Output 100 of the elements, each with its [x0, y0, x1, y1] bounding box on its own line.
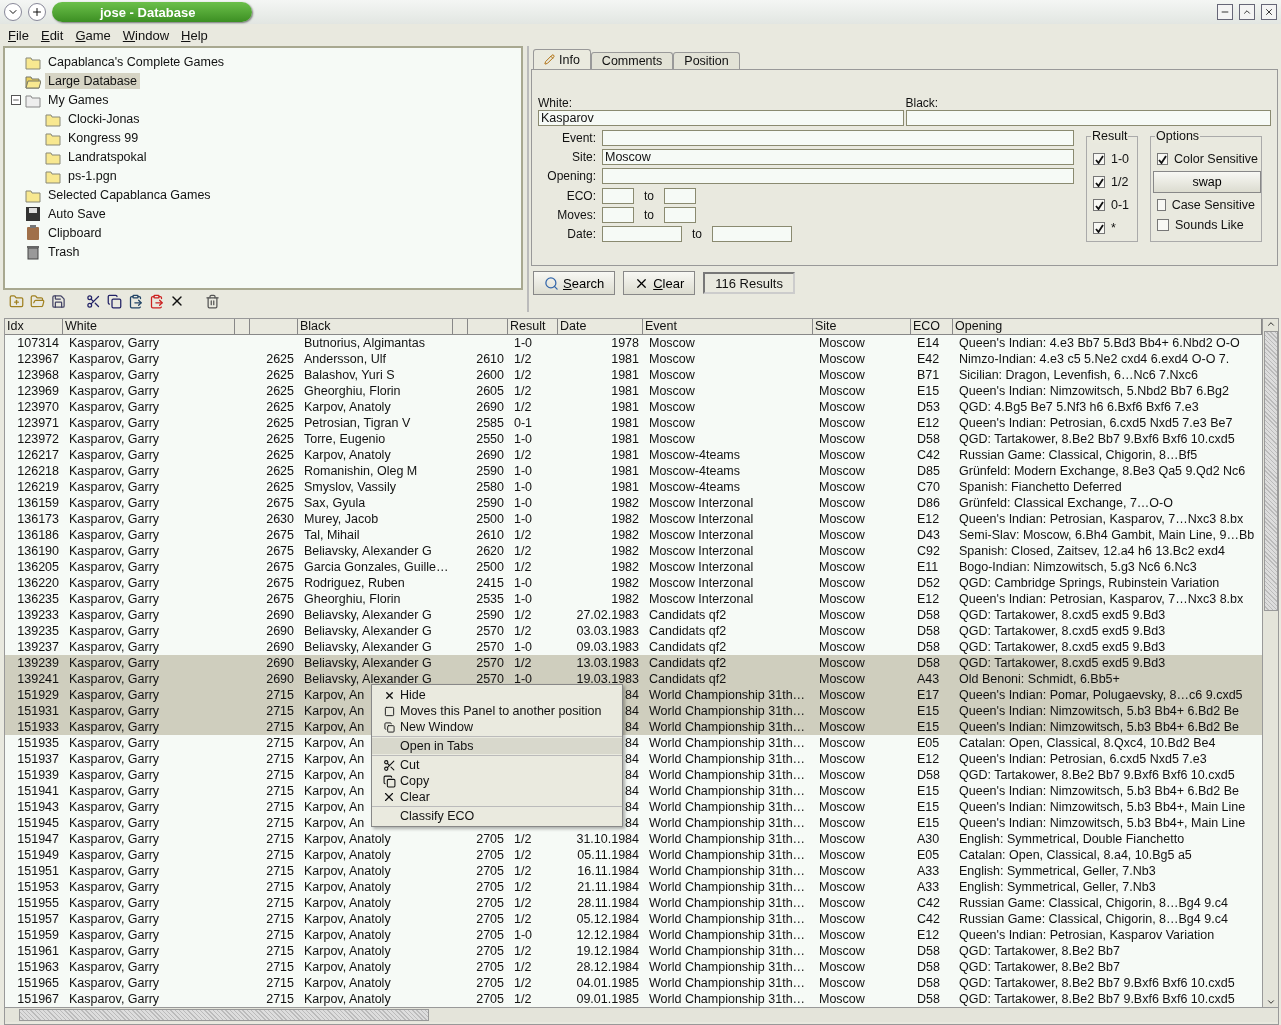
- clear-button[interactable]: Clear: [623, 271, 696, 295]
- column-header[interactable]: Event: [643, 319, 813, 335]
- column-header[interactable]: Date: [558, 319, 643, 335]
- vertical-scrollbar[interactable]: [1262, 319, 1278, 1007]
- input-field[interactable]: [905, 110, 1271, 126]
- table-cell: A33: [917, 880, 940, 894]
- tree-item[interactable]: Trash: [45, 243, 83, 260]
- checkbox[interactable]: [1093, 222, 1105, 234]
- column-header[interactable]: White: [63, 319, 235, 335]
- tree-item[interactable]: Auto Save: [45, 205, 109, 222]
- tree-item[interactable]: Clocki-Jonas: [65, 110, 143, 127]
- close-button[interactable]: [1261, 4, 1277, 20]
- input-field[interactable]: Kasparov: [538, 110, 904, 126]
- tab[interactable]: Info: [533, 49, 591, 69]
- input-field[interactable]: [602, 225, 682, 242]
- menu-item[interactable]: Help: [181, 27, 208, 43]
- table-cell: 2715: [266, 720, 294, 734]
- menu-item[interactable]: New Window: [372, 719, 622, 735]
- table-cell: 1-0: [514, 672, 533, 686]
- input-field[interactable]: [664, 206, 696, 223]
- menu-item[interactable]: File: [8, 27, 29, 43]
- menu-item[interactable]: Edit: [40, 27, 64, 43]
- menu-item[interactable]: Classify ECO: [372, 808, 622, 824]
- tab[interactable]: Comments: [590, 52, 674, 69]
- arrow-down-icon[interactable]: [1265, 997, 1276, 1007]
- trash-icon[interactable]: [203, 292, 221, 310]
- menu-button[interactable]: [4, 3, 22, 21]
- table-cell: E12: [917, 928, 940, 942]
- horizontal-scrollbar[interactable]: [5, 1007, 1278, 1022]
- column-header[interactable]: ECO: [911, 319, 953, 335]
- collapse-toggle[interactable]: [11, 95, 21, 105]
- tree-item[interactable]: Large Database: [45, 72, 140, 89]
- new-folder-icon[interactable]: [7, 292, 25, 310]
- table-cell: Karpov, Anatoly: [304, 864, 391, 878]
- column-header[interactable]: [468, 319, 508, 335]
- input-field[interactable]: Moscow: [602, 149, 1074, 166]
- checkbox[interactable]: [1093, 199, 1105, 211]
- table-cell: E15: [917, 816, 940, 830]
- table-cell: QGD: 4.Bg5 Be7 5.Nf3 h6 6.Bxf6 Bxf6 7.e3: [959, 400, 1199, 414]
- field-label: Black:: [905, 96, 940, 110]
- menu-item[interactable]: Open in Tabs: [372, 738, 622, 754]
- checkbox[interactable]: [1157, 199, 1166, 211]
- tree-item[interactable]: Clipboard: [45, 224, 105, 241]
- checkbox[interactable]: [1157, 153, 1168, 165]
- table-cell: C70: [917, 480, 940, 494]
- table-cell: Kasparov, Garry: [69, 784, 160, 798]
- chevron-up-icon: [1242, 7, 1252, 17]
- menu-item[interactable]: Copy: [372, 773, 622, 789]
- tree-item[interactable]: Selected Capablanca Games: [45, 186, 214, 203]
- checkbox[interactable]: [1093, 153, 1105, 165]
- column-header[interactable]: Black: [298, 319, 453, 335]
- tree-item[interactable]: ps-1.pgn: [65, 167, 120, 184]
- swap-button[interactable]: swap: [1153, 171, 1261, 193]
- table-cell: World Championship 31th…: [649, 688, 806, 702]
- column-header[interactable]: Site: [813, 319, 911, 335]
- checkbox[interactable]: [1093, 176, 1105, 188]
- tree-item[interactable]: My Games: [45, 91, 112, 108]
- column-header[interactable]: [235, 319, 250, 335]
- menu-item[interactable]: Hide: [372, 687, 622, 703]
- input-field[interactable]: [602, 168, 1074, 185]
- copy-icon[interactable]: [105, 292, 123, 310]
- tab[interactable]: Position: [673, 52, 740, 69]
- table-cell: Karpov, An: [304, 736, 365, 750]
- tree-item[interactable]: Landratspokal: [65, 148, 150, 165]
- tree-item[interactable]: Kongress 99: [65, 129, 142, 146]
- table-cell: 1982: [611, 512, 639, 526]
- table-cell: 2625: [266, 480, 294, 494]
- menu-item[interactable]: Window: [122, 27, 170, 43]
- table-cell: Moscow: [819, 592, 865, 606]
- table-cell: Moscow: [819, 832, 865, 846]
- input-field[interactable]: [602, 206, 634, 223]
- column-header[interactable]: Opening: [953, 319, 1262, 335]
- menu-item[interactable]: Moves this Panel to another position: [372, 703, 622, 719]
- table-cell: Moscow Interzonal: [649, 576, 754, 590]
- table-cell: Moscow: [649, 352, 695, 366]
- table-cell: 2690: [476, 400, 504, 414]
- checkbox[interactable]: [1157, 219, 1169, 231]
- input-field[interactable]: [602, 130, 1074, 147]
- column-header[interactable]: Result: [508, 319, 558, 335]
- input-field[interactable]: [602, 187, 634, 204]
- minimize-button[interactable]: [1217, 4, 1233, 20]
- table-cell: E12: [917, 416, 940, 430]
- search-button[interactable]: Search: [533, 271, 616, 295]
- scissors-icon[interactable]: [84, 292, 102, 310]
- arrow-up-icon[interactable]: [1265, 319, 1276, 329]
- table-cell: 151955: [17, 896, 59, 910]
- menu-item[interactable]: Cut: [372, 757, 622, 773]
- column-header[interactable]: [453, 319, 468, 335]
- tree-item[interactable]: Capablanca's Complete Games: [45, 53, 228, 70]
- menu-item[interactable]: Clear: [372, 789, 622, 805]
- table-cell: 1/2: [514, 448, 532, 462]
- save-icon[interactable]: [49, 292, 67, 310]
- input-field[interactable]: [712, 225, 792, 242]
- table-cell: 21.11.1984: [577, 880, 639, 894]
- add-button[interactable]: [28, 3, 46, 21]
- maximize-button[interactable]: [1239, 4, 1255, 20]
- column-header[interactable]: Idx: [5, 319, 63, 335]
- menu-item[interactable]: Game: [75, 27, 111, 43]
- input-field[interactable]: [664, 187, 696, 204]
- column-header[interactable]: [250, 319, 298, 335]
